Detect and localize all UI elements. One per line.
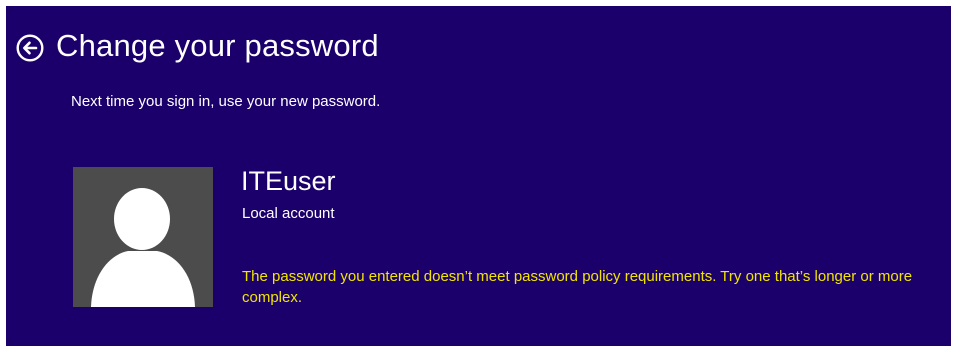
avatar — [73, 167, 213, 307]
password-error-message: The password you entered doesn’t meet pa… — [242, 268, 913, 306]
user-name: ITEuser — [241, 166, 336, 196]
change-password-screen: Change your password Next time you sign … — [6, 6, 951, 346]
account-type: Local account — [242, 205, 335, 222]
page-subtitle: Next time you sign in, use your new pass… — [71, 93, 381, 110]
back-arrow-circle-icon[interactable] — [16, 34, 44, 62]
user-silhouette-icon — [91, 188, 195, 307]
back-button[interactable] — [16, 34, 44, 62]
page-title: Change your password — [56, 28, 379, 63]
